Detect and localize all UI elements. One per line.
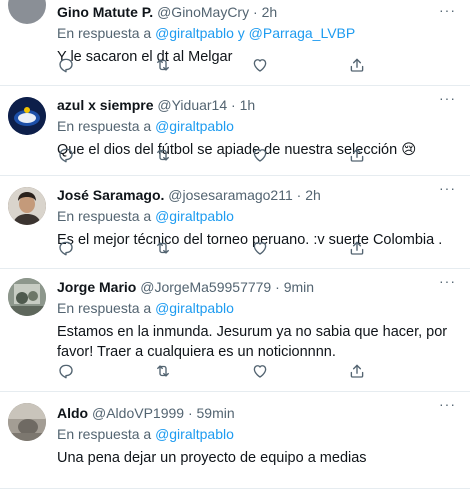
avatar[interactable] <box>8 187 46 225</box>
tweet-text: Estamos en la inmunda. Jesurum ya no sab… <box>57 324 448 360</box>
tweet-actions <box>57 56 366 74</box>
timestamp[interactable]: 1h <box>240 97 256 113</box>
reply-joiner: y <box>233 25 249 41</box>
share-icon[interactable] <box>348 239 366 257</box>
more-options-icon[interactable]: ··· <box>439 396 456 412</box>
reply-icon[interactable] <box>57 146 75 164</box>
user-handle[interactable]: @josesaramago211 <box>168 187 292 203</box>
retweet-icon[interactable] <box>154 56 172 74</box>
reply-icon[interactable] <box>57 56 75 74</box>
tweet[interactable]: azul x siempre @Yiduar14 · 1h ··· En res… <box>0 86 470 176</box>
mention-link[interactable]: @giraltpablo <box>155 118 234 134</box>
display-name[interactable]: José Saramago. <box>57 187 164 203</box>
avatar[interactable] <box>8 0 46 24</box>
more-options-icon[interactable]: ··· <box>439 2 456 18</box>
share-icon[interactable] <box>348 146 366 164</box>
tweet[interactable]: Gino Matute P. @GinoMayCry · 2h ··· En r… <box>0 0 470 86</box>
timestamp[interactable]: 9min <box>284 279 314 295</box>
separator: · <box>271 279 284 295</box>
avatar[interactable] <box>8 97 46 135</box>
user-handle[interactable]: @Yiduar14 <box>157 97 227 113</box>
share-icon[interactable] <box>348 56 366 74</box>
mention-link[interactable]: @giraltpablo <box>155 426 234 442</box>
more-options-icon[interactable]: ··· <box>439 273 456 289</box>
tweet-header: azul x siempre @Yiduar14 · 1h <box>57 96 458 114</box>
tweet-actions <box>57 239 366 257</box>
separator: · <box>249 4 262 20</box>
timestamp[interactable]: 59min <box>197 405 235 421</box>
reply-prefix: En respuesta a <box>57 118 156 134</box>
display-name[interactable]: azul x siempre <box>57 97 154 113</box>
like-icon[interactable] <box>251 56 269 74</box>
separator: · <box>184 405 197 421</box>
retweet-icon[interactable] <box>154 239 172 257</box>
reply-context: En respuesta a @giraltpablo <box>57 298 458 318</box>
mention-link[interactable]: @giraltpablo <box>155 300 234 316</box>
display-name[interactable]: Gino Matute P. <box>57 4 153 20</box>
retweet-icon[interactable] <box>154 362 172 380</box>
tweet-text: Una pena dejar un proyecto de equipo a m… <box>57 450 367 466</box>
tweet-header: Gino Matute P. @GinoMayCry · 2h <box>57 3 458 21</box>
tweet[interactable]: Aldo @AldoVP1999 · 59min ··· En respuest… <box>0 392 470 489</box>
reply-context: En respuesta a @giraltpablo <box>57 424 458 444</box>
mention-link[interactable]: @giraltpablo <box>155 25 234 41</box>
tweet-header: Jorge Mario @JorgeMa59957779 · 9min <box>57 278 458 296</box>
user-handle[interactable]: @GinoMayCry <box>157 4 249 20</box>
tweet-header: José Saramago. @josesaramago211 · 2h <box>57 186 458 204</box>
share-icon[interactable] <box>348 362 366 380</box>
tweet-actions <box>57 362 366 380</box>
user-handle[interactable]: @AldoVP1999 <box>92 405 184 421</box>
separator: · <box>227 97 240 113</box>
timestamp[interactable]: 2h <box>262 4 278 20</box>
like-icon[interactable] <box>251 362 269 380</box>
avatar[interactable] <box>8 278 46 316</box>
reply-context: En respuesta a @giraltpablo <box>57 116 458 136</box>
retweet-icon[interactable] <box>154 146 172 164</box>
reply-icon[interactable] <box>57 362 75 380</box>
mention-link[interactable]: @Parraga_LVBP <box>249 25 356 41</box>
timestamp[interactable]: 2h <box>305 187 321 203</box>
reply-prefix: En respuesta a <box>57 426 156 442</box>
reply-context: En respuesta a @giraltpablo <box>57 206 458 226</box>
tweet-actions <box>57 146 366 164</box>
reply-prefix: En respuesta a <box>57 208 156 224</box>
reply-icon[interactable] <box>57 239 75 257</box>
reply-prefix: En respuesta a <box>57 300 156 316</box>
mention-link[interactable]: @giraltpablo <box>155 208 234 224</box>
more-options-icon[interactable]: ··· <box>439 90 456 106</box>
display-name[interactable]: Aldo <box>57 405 88 421</box>
reply-feed: Gino Matute P. @GinoMayCry · 2h ··· En r… <box>0 0 470 489</box>
tweet-header: Aldo @AldoVP1999 · 59min <box>57 404 458 422</box>
tweet[interactable]: José Saramago. @josesaramago211 · 2h ···… <box>0 176 470 269</box>
like-icon[interactable] <box>251 239 269 257</box>
avatar[interactable] <box>8 403 46 441</box>
tweet[interactable]: Jorge Mario @JorgeMa59957779 · 9min ··· … <box>0 269 470 392</box>
reply-context: En respuesta a @giraltpablo y @Parraga_L… <box>57 23 458 43</box>
like-icon[interactable] <box>251 146 269 164</box>
more-options-icon[interactable]: ··· <box>439 180 456 196</box>
separator: · <box>292 187 306 203</box>
display-name[interactable]: Jorge Mario <box>57 279 136 295</box>
user-handle[interactable]: @JorgeMa59957779 <box>140 279 271 295</box>
reply-prefix: En respuesta a <box>57 25 156 41</box>
